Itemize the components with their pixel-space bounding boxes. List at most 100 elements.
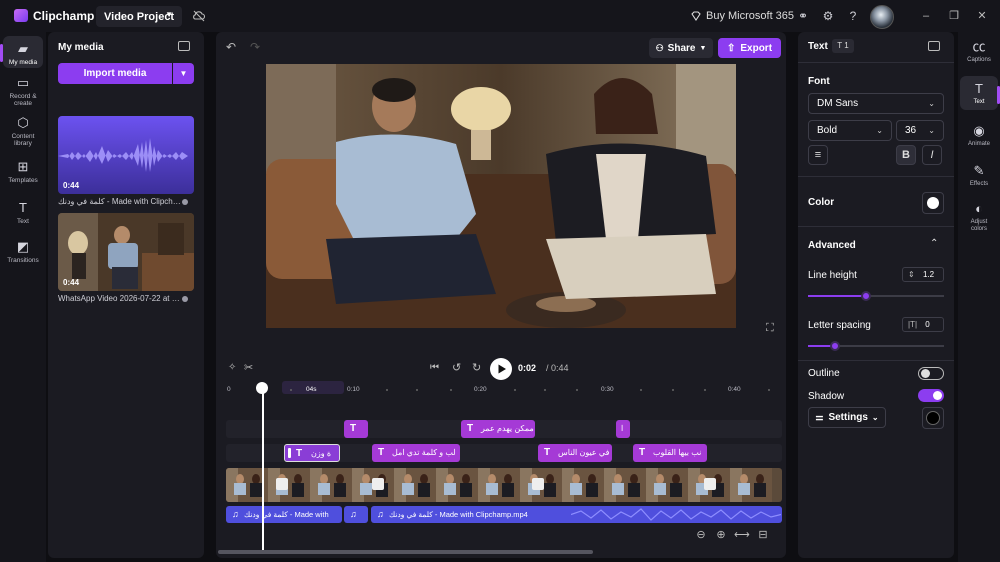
rail-text[interactable]: T Text [3,201,43,226]
rail-templates[interactable]: ⊞ Templates [3,159,43,185]
text-clip[interactable]: T نب بيها القلوب [633,444,707,462]
rail-adjust-colors[interactable]: ◐ Adjust colors [960,202,998,233]
audio-clip[interactable]: ♫ [344,506,368,523]
font-weight-select[interactable]: Bold ⌄ [808,120,892,141]
rail-captions[interactable]: ㏄ Captions [960,40,998,64]
skip-back-icon[interactable]: ⏮ [430,362,439,373]
project-name-button[interactable]: Video Project ▼ [96,6,182,27]
right-rail: ㏄ Captions T Text ◉ Animate ✎ Effects ◐ … [958,32,1000,562]
text-align-icon[interactable]: ≡ [808,145,828,165]
outline-toggle[interactable] [918,367,944,380]
media-item-video[interactable]: 0:44 [58,213,194,291]
line-height-value: 1.2 [922,270,935,279]
transition-icon[interactable] [532,478,544,490]
text-clip[interactable]: T [344,420,368,438]
shadow-toggle[interactable] [918,389,944,402]
rail-content-library[interactable]: ⬡ Content library [3,115,43,148]
buy-microsoft-365-link[interactable]: Buy Microsoft 365 [706,10,794,22]
audio-clip-label: كلمة في ودنك - Made with Clipchamp.mp4 [389,510,528,519]
trim-handle[interactable] [288,448,291,458]
connect-icon[interactable]: ⚭ [796,9,810,23]
avatar[interactable] [870,5,894,29]
font-family-select[interactable]: DM Sans ⌄ [808,93,944,114]
cloud-off-icon[interactable] [192,9,206,23]
outline-label: Outline [808,368,840,379]
text-clip-icon: T [544,447,551,458]
fit-timeline-icon[interactable]: ⟷ [734,528,750,542]
rail-my-media[interactable]: ▰ My media [0,36,43,68]
italic-icon[interactable]: I [922,145,942,165]
collapse-panel-icon[interactable] [178,41,190,51]
timeline-view-icon[interactable]: ⊟ [756,528,770,542]
transition-icon[interactable] [372,478,384,490]
maximize-icon[interactable]: ❐ [947,9,961,23]
transition-icon[interactable] [704,478,716,490]
audio-waveform [571,508,781,521]
text-clip[interactable]: ا [616,420,630,438]
ruler-dot [544,389,546,391]
chevron-up-icon[interactable]: ⌃ [930,238,938,249]
help-icon[interactable]: ? [846,9,860,23]
rail-record-create[interactable]: ▭ Record & create [3,76,43,108]
video-clip-track[interactable] [226,468,782,502]
playhead-handle[interactable] [256,382,268,394]
audio-clip[interactable]: ♫ كلمة في ودنك - Made with [226,506,342,523]
bold-icon[interactable]: B [896,145,916,165]
forward-5s-icon[interactable]: ↻ [472,361,481,374]
shadow-color-button[interactable] [922,407,944,429]
settings-gear-icon[interactable]: ⚙ [821,9,835,23]
magic-tools-icon[interactable]: ✧ [228,362,236,373]
font-size-value: 36 [905,125,917,136]
letter-spacing-label: Letter spacing [808,320,871,331]
shadow-settings-button[interactable]: ⚌ Settings ⌄ [808,407,886,428]
slider-knob[interactable] [830,341,840,351]
minimize-icon[interactable]: – [919,9,933,23]
rail-animate[interactable]: ◉ Animate [960,124,998,148]
slider-knob[interactable] [861,291,871,301]
shadow-color-swatch [926,411,940,425]
zoom-out-icon[interactable]: ⊖ [694,528,708,542]
media-item-audio[interactable]: 0:44 [58,116,194,194]
transition-icon[interactable] [276,478,288,490]
timeline-scrollbar[interactable] [218,550,593,554]
text-clip-selected[interactable]: T ة وزن [284,444,340,462]
rail-text[interactable]: T Text [960,76,1000,110]
rail-transitions[interactable]: ◩ Transitions [3,240,43,265]
rail-label: My media [8,59,38,66]
split-scissors-icon[interactable]: ✂ [244,361,253,374]
chevron-down-icon: ▼ [165,10,173,19]
templates-icon: ⊞ [17,159,29,174]
rewind-5s-icon[interactable]: ↺ [452,361,461,374]
fullscreen-icon[interactable]: ⛶ [766,322,777,334]
line-height-input[interactable]: ⇕ 1.2 [902,267,944,282]
video-preview[interactable] [266,64,736,328]
play-button[interactable] [490,358,512,380]
chevron-down-icon: ⌄ [928,126,935,135]
close-window-icon[interactable]: ✕ [975,9,989,23]
import-dropdown-chevron-icon[interactable]: ▼ [173,63,194,84]
export-button[interactable]: ⇧ Export [718,38,781,58]
rail-effects[interactable]: ✎ Effects [960,164,998,188]
text-clip[interactable]: T ممكن يهدم عمر [461,420,535,438]
zoom-in-icon[interactable]: ⊕ [714,528,728,542]
import-media-button[interactable]: Import media [58,63,172,84]
chevron-down-icon: ▼ [699,44,707,52]
audio-clip[interactable]: ♫ كلمة في ودنك - Made with Clipchamp.mp4 [371,506,782,523]
collapse-panel-icon[interactable] [928,41,940,51]
animate-icon: ◉ [973,123,985,138]
rail-label: Templates [8,177,38,184]
redo-icon[interactable]: ↷ [250,40,260,54]
chevron-down-icon: ⌄ [928,99,935,108]
line-height-slider[interactable] [808,291,944,301]
undo-icon[interactable]: ↶ [226,40,236,54]
text-clip[interactable]: T في عيون الناس [538,444,612,462]
library-icon: ⬡ [17,115,29,130]
text-clip[interactable]: T لب و كلمة تدي امل [372,444,460,462]
text-clip-icon: T [467,423,474,434]
share-button[interactable]: ⚇ Share ▼ [649,38,713,58]
playhead[interactable] [262,384,264,550]
letter-spacing-input[interactable]: |T| 0 [902,317,944,332]
color-picker-button[interactable] [922,192,944,214]
letter-spacing-slider[interactable] [808,341,944,351]
font-size-select[interactable]: 36 ⌄ [896,120,944,141]
